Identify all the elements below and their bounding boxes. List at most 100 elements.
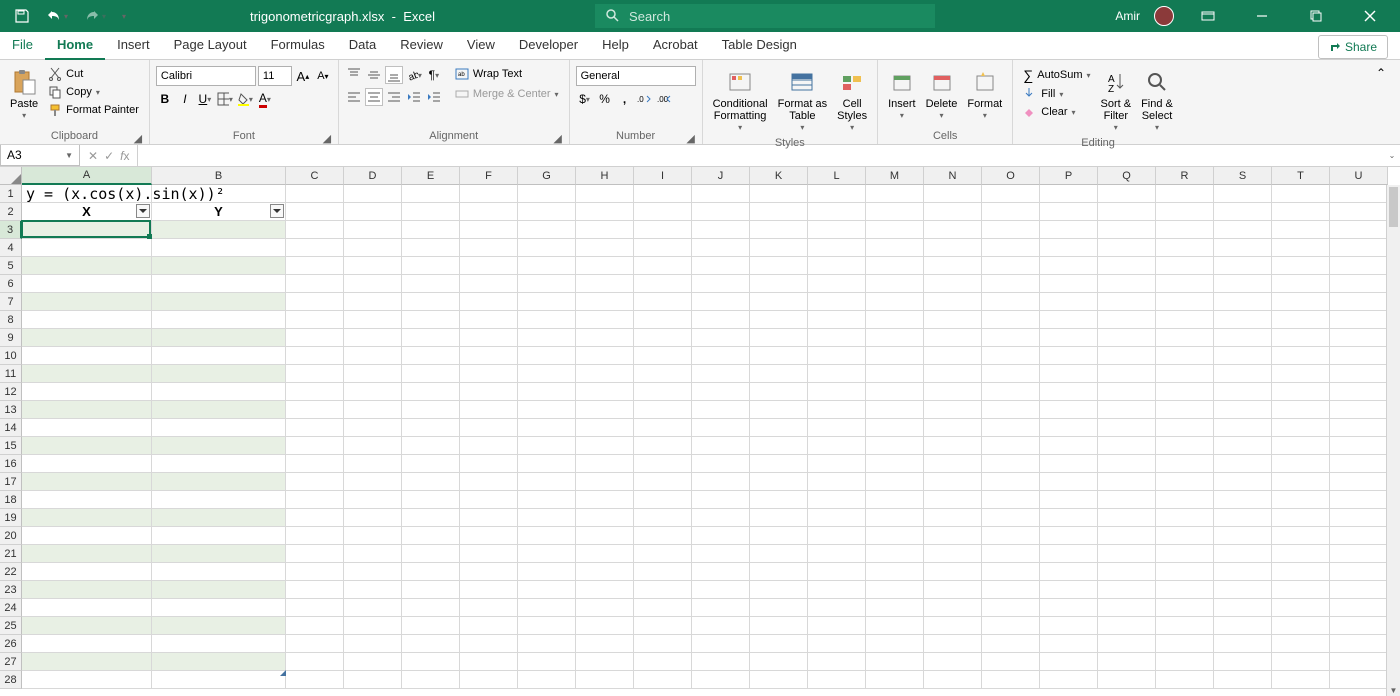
cell-Q4[interactable] xyxy=(1098,239,1156,257)
cell-C14[interactable] xyxy=(286,419,344,437)
cell-F20[interactable] xyxy=(460,527,518,545)
cell-T19[interactable] xyxy=(1272,509,1330,527)
cell-G24[interactable] xyxy=(518,599,576,617)
cell-N23[interactable] xyxy=(924,581,982,599)
cell-S19[interactable] xyxy=(1214,509,1272,527)
cell-F7[interactable] xyxy=(460,293,518,311)
cell-M1[interactable] xyxy=(866,185,924,203)
cell-L7[interactable] xyxy=(808,293,866,311)
cell-C16[interactable] xyxy=(286,455,344,473)
cell-T26[interactable] xyxy=(1272,635,1330,653)
cell-U24[interactable] xyxy=(1330,599,1388,617)
cell-R23[interactable] xyxy=(1156,581,1214,599)
cell-A28[interactable] xyxy=(22,671,152,689)
cell-styles-button[interactable]: Cell Styles▾ xyxy=(833,66,871,135)
cell-F5[interactable] xyxy=(460,257,518,275)
cell-E18[interactable] xyxy=(402,491,460,509)
cell-C4[interactable] xyxy=(286,239,344,257)
cell-O1[interactable] xyxy=(982,185,1040,203)
cell-J14[interactable] xyxy=(692,419,750,437)
cell-A23[interactable] xyxy=(22,581,152,599)
cell-K18[interactable] xyxy=(750,491,808,509)
cell-M13[interactable] xyxy=(866,401,924,419)
cell-R15[interactable] xyxy=(1156,437,1214,455)
cell-C10[interactable] xyxy=(286,347,344,365)
cell-F18[interactable] xyxy=(460,491,518,509)
cell-J7[interactable] xyxy=(692,293,750,311)
cell-U25[interactable] xyxy=(1330,617,1388,635)
cell-F15[interactable] xyxy=(460,437,518,455)
cell-F16[interactable] xyxy=(460,455,518,473)
spreadsheet-grid[interactable]: ABCDEFGHIJKLMNOPQRSTU 123456789101112131… xyxy=(0,167,1400,696)
collapse-ribbon-button[interactable]: ⌃ xyxy=(1372,64,1390,82)
cell-K16[interactable] xyxy=(750,455,808,473)
comma-format-button[interactable]: , xyxy=(616,90,634,108)
vertical-scrollbar[interactable]: ▲ ▼ xyxy=(1386,185,1400,696)
scroll-thumb[interactable] xyxy=(1389,187,1398,227)
cell-C7[interactable] xyxy=(286,293,344,311)
cell-P10[interactable] xyxy=(1040,347,1098,365)
increase-font-button[interactable]: A▴ xyxy=(294,67,312,85)
cell-E22[interactable] xyxy=(402,563,460,581)
cell-D15[interactable] xyxy=(344,437,402,455)
cell-A10[interactable] xyxy=(22,347,152,365)
cell-M18[interactable] xyxy=(866,491,924,509)
cell-E3[interactable] xyxy=(402,221,460,239)
row-header-16[interactable]: 16 xyxy=(0,455,22,473)
cell-I14[interactable] xyxy=(634,419,692,437)
cell-N14[interactable] xyxy=(924,419,982,437)
cell-E4[interactable] xyxy=(402,239,460,257)
cell-M10[interactable] xyxy=(866,347,924,365)
cell-G25[interactable] xyxy=(518,617,576,635)
cell-B10[interactable] xyxy=(152,347,286,365)
cell-G7[interactable] xyxy=(518,293,576,311)
row-header-2[interactable]: 2 xyxy=(0,203,22,221)
cell-Q28[interactable] xyxy=(1098,671,1156,689)
alignment-launcher[interactable]: ◢ xyxy=(553,132,563,142)
cell-J6[interactable] xyxy=(692,275,750,293)
close-button[interactable] xyxy=(1350,0,1390,32)
cell-F25[interactable] xyxy=(460,617,518,635)
cell-U6[interactable] xyxy=(1330,275,1388,293)
copy-button[interactable]: Copy▾ xyxy=(44,84,143,100)
cell-G8[interactable] xyxy=(518,311,576,329)
cell-C11[interactable] xyxy=(286,365,344,383)
cut-button[interactable]: Cut xyxy=(44,66,143,82)
bold-button[interactable]: B xyxy=(156,90,174,108)
cell-K9[interactable] xyxy=(750,329,808,347)
cell-R25[interactable] xyxy=(1156,617,1214,635)
cell-R11[interactable] xyxy=(1156,365,1214,383)
cell-M24[interactable] xyxy=(866,599,924,617)
cell-D11[interactable] xyxy=(344,365,402,383)
cell-M11[interactable] xyxy=(866,365,924,383)
cell-J2[interactable] xyxy=(692,203,750,221)
tab-page-layout[interactable]: Page Layout xyxy=(162,31,259,59)
tab-file[interactable]: File xyxy=(0,31,45,59)
number-format-select[interactable] xyxy=(576,66,696,86)
cell-P18[interactable] xyxy=(1040,491,1098,509)
cell-S17[interactable] xyxy=(1214,473,1272,491)
cell-H6[interactable] xyxy=(576,275,634,293)
cell-E7[interactable] xyxy=(402,293,460,311)
cell-E13[interactable] xyxy=(402,401,460,419)
cell-E8[interactable] xyxy=(402,311,460,329)
cell-Q3[interactable] xyxy=(1098,221,1156,239)
row-header-18[interactable]: 18 xyxy=(0,491,22,509)
cell-I26[interactable] xyxy=(634,635,692,653)
row-header-19[interactable]: 19 xyxy=(0,509,22,527)
font-color-button[interactable]: A▾ xyxy=(256,90,274,108)
cell-C12[interactable] xyxy=(286,383,344,401)
cell-Q21[interactable] xyxy=(1098,545,1156,563)
cell-O17[interactable] xyxy=(982,473,1040,491)
cell-R24[interactable] xyxy=(1156,599,1214,617)
cell-O2[interactable] xyxy=(982,203,1040,221)
cell-L15[interactable] xyxy=(808,437,866,455)
cell-E24[interactable] xyxy=(402,599,460,617)
cell-Q11[interactable] xyxy=(1098,365,1156,383)
cell-I12[interactable] xyxy=(634,383,692,401)
cell-P22[interactable] xyxy=(1040,563,1098,581)
tab-developer[interactable]: Developer xyxy=(507,31,590,59)
undo-button[interactable]: ▾ xyxy=(42,8,72,24)
cell-R18[interactable] xyxy=(1156,491,1214,509)
cell-O9[interactable] xyxy=(982,329,1040,347)
